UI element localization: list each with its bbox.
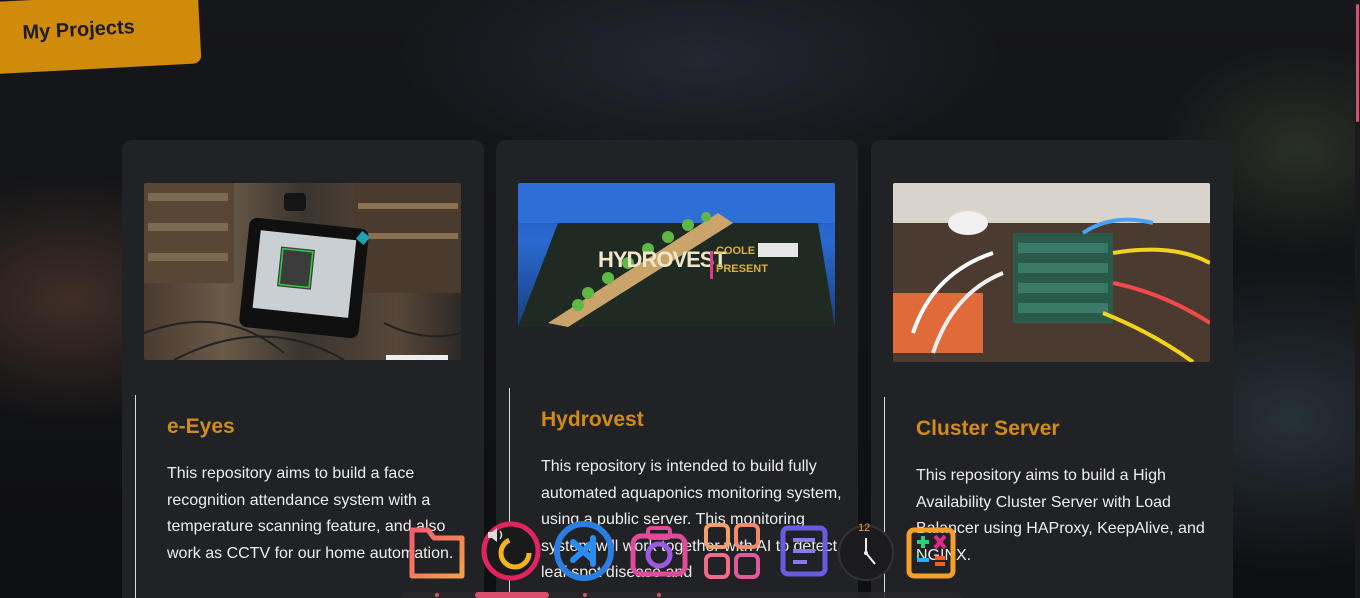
scrollbar-thumb[interactable] (1356, 4, 1359, 122)
project-title[interactable]: e-Eyes (167, 415, 235, 439)
clock-label: 12 (858, 522, 871, 534)
dock-running-indicator (583, 593, 587, 597)
app-grid-icon[interactable] (701, 520, 763, 582)
hydrovest-caption-side-2: PRESENT (716, 263, 768, 275)
notes-icon[interactable] (775, 520, 837, 582)
project-image-e-eyes (144, 183, 461, 360)
clock-icon[interactable]: 12 (835, 520, 897, 582)
volume-icon[interactable] (480, 520, 542, 582)
folder-icon[interactable] (406, 520, 468, 582)
hydrovest-caption-main: HYDROVEST (598, 247, 727, 272)
project-title[interactable]: Cluster Server (916, 417, 1060, 441)
project-image-hydrovest: HYDROVEST COOLE PRESENT (518, 183, 835, 327)
project-image-cluster-server (893, 183, 1210, 362)
dock-running-indicator (657, 593, 661, 597)
code-editor-icon[interactable] (553, 520, 615, 582)
dock-running-indicator (435, 593, 439, 597)
project-title[interactable]: Hydrovest (541, 408, 644, 432)
dock-active-indicator (475, 592, 549, 598)
page-scrollbar[interactable] (1355, 0, 1360, 598)
camera-icon[interactable] (628, 520, 690, 582)
caption-divider (710, 251, 713, 279)
hydrovest-caption-side-1: COOLE (716, 245, 756, 257)
calculator-icon[interactable] (903, 520, 965, 582)
